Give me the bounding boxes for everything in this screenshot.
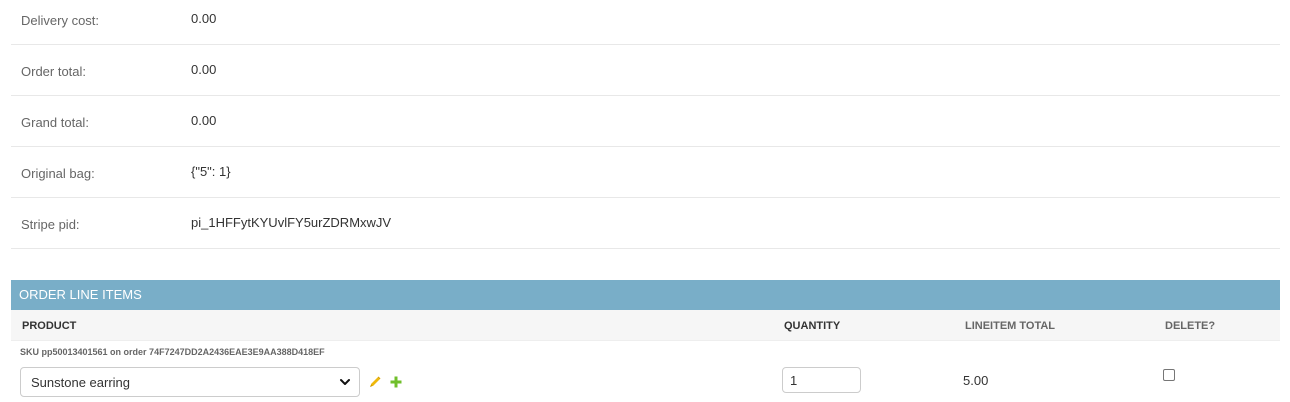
- field-label: Delivery cost:: [21, 13, 100, 28]
- field-row-order-total: Order total: 0.00: [11, 46, 1280, 96]
- pencil-icon[interactable]: [368, 375, 382, 389]
- quantity-value: 1: [790, 373, 798, 388]
- field-label: Stripe pid:: [21, 217, 80, 232]
- product-select-value: Sunstone earring: [31, 375, 131, 390]
- field-row-original-bag: Original bag: {"5": 1}: [11, 148, 1280, 198]
- delete-checkbox[interactable]: [1163, 369, 1175, 381]
- field-label: Order total:: [21, 64, 87, 79]
- quantity-input[interactable]: 1: [782, 367, 861, 393]
- field-value: {"5": 1}: [191, 164, 231, 179]
- plus-icon[interactable]: [390, 376, 402, 388]
- column-header-product: PRODUCT: [22, 320, 77, 332]
- field-row-delivery-cost: Delivery cost: 0.00: [11, 0, 1280, 45]
- inline-original-caption: SKU pp50013401561 on order 74F7247DD2A24…: [20, 347, 325, 357]
- chevron-down-icon: [340, 379, 350, 385]
- column-header-delete: DELETE?: [1165, 320, 1216, 332]
- field-value: pi_1HFFytKYUvlFY5urZDRMxwJV: [191, 215, 392, 230]
- field-value: 0.00: [191, 11, 217, 26]
- field-value: 0.00: [191, 113, 217, 128]
- order-change-page: Delivery cost: 0.00 Order total: 0.00 Gr…: [0, 0, 1290, 402]
- field-label: Grand total:: [21, 115, 89, 130]
- column-header-quantity: QUANTITY: [784, 320, 841, 332]
- field-label: Original bag:: [21, 166, 95, 181]
- product-select[interactable]: Sunstone earring: [20, 367, 360, 397]
- inline-table-header: PRODUCT QUANTITY LINEITEM TOTAL DELETE?: [11, 310, 1280, 341]
- field-value: 0.00: [191, 62, 217, 77]
- field-row-stripe-pid: Stripe pid: pi_1HFFytKYUvlFY5urZDRMxwJV: [11, 199, 1280, 249]
- column-header-lineitem-total: LINEITEM TOTAL: [965, 320, 1056, 332]
- field-row-grand-total: Grand total: 0.00: [11, 97, 1280, 147]
- table-row: SKU pp50013401561 on order 74F7247DD2A24…: [11, 341, 1280, 402]
- inline-module-title: ORDER LINE ITEMS: [11, 280, 1280, 310]
- lineitem-total-value: 5.00: [963, 373, 989, 388]
